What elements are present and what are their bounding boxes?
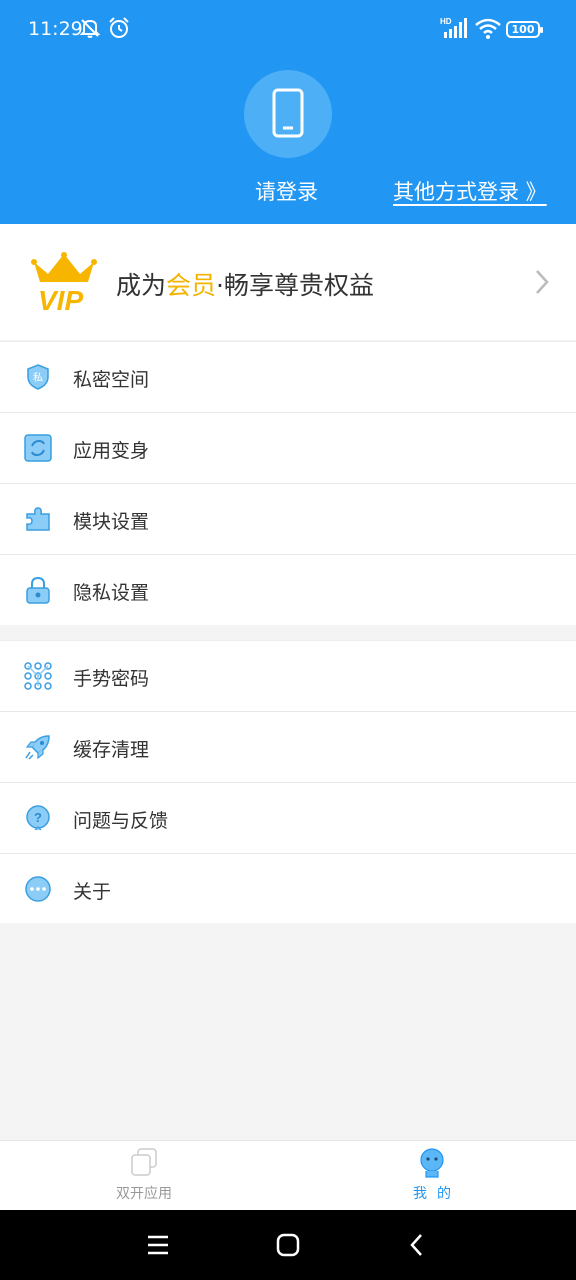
wifi-icon [475,18,501,39]
vip-banner[interactable]: VIP 成为会员·畅享尊贵权益 [0,224,576,340]
svg-text:HD: HD [440,17,452,26]
system-nav-bar [0,1210,576,1280]
login-link[interactable]: 请登录 [255,176,318,206]
vip-highlight: 会员 [166,271,217,300]
tab-dual-apps[interactable]: 双开应用 [84,1141,204,1211]
menu-item-feedback[interactable]: ? 问题与反馈 [0,782,576,853]
menu-label: 应用变身 [73,440,150,462]
svg-text:?: ? [34,810,42,825]
mute-icon [79,19,101,38]
chevron-right-icon [536,270,549,294]
vip-crown-icon: VIP [31,252,97,314]
svg-text:VIP: VIP [38,285,83,314]
rocket-icon [25,735,50,760]
menu-icon[interactable] [146,1234,170,1256]
menu-label: 手势密码 [73,668,150,690]
menu-item-about[interactable]: 关于 [0,853,576,924]
app-transform-icon [24,434,52,462]
menu-label: 问题与反馈 [73,810,169,832]
menu-item-gesture-password[interactable]: 手势密码 [0,640,576,711]
tab-bar: 双开应用 我的 [0,1140,576,1210]
tab-me[interactable]: 我的 [372,1141,492,1211]
question-bubble-icon: ? [26,805,50,831]
hd-signal-icon: HD [440,17,467,38]
menu-group-2: 手势密码 缓存清理 ? 问题与反馈 关于 [0,640,576,923]
menu-label: 模块设置 [73,511,150,533]
menu-label: 隐私设置 [73,582,150,604]
dual-app-icon [131,1148,157,1176]
back-icon[interactable] [408,1232,424,1258]
home-icon[interactable] [276,1233,300,1257]
mascot-icon [420,1148,444,1178]
other-login-link[interactable]: 其他方式登录 》 [393,176,547,206]
puzzle-icon [26,507,50,531]
menu-label: 私密空间 [73,369,150,391]
header: 11:29 HD 100 请登录 其他方式登录 》 [0,0,576,224]
menu-item-private-space[interactable]: 私 私密空间 [0,341,576,412]
gesture-grid-icon [24,662,52,690]
menu-group-1: 私 私密空间 应用变身 模块设置 隐私设置 [0,341,576,625]
menu-label: 缓存清理 [73,739,150,761]
menu-item-module-settings[interactable]: 模块设置 [0,483,576,554]
svg-text:私: 私 [33,372,43,384]
more-dots-icon [25,876,51,902]
alarm-icon [109,17,129,38]
tab-label: 我的 [413,1186,461,1202]
menu-item-privacy-settings[interactable]: 隐私设置 [0,554,576,625]
menu-label: 关于 [73,881,112,903]
status-time: 11:29 [28,18,83,40]
private-shield-icon: 私 [27,364,49,390]
vip-title: 成为会员·畅享尊贵权益 [116,271,374,300]
menu-item-cache-clean[interactable]: 缓存清理 [0,711,576,782]
avatar[interactable] [244,70,332,158]
tab-label: 双开应用 [116,1186,172,1202]
phone-icon [272,88,304,138]
menu-item-app-transform[interactable]: 应用变身 [0,412,576,483]
status-bar: 11:29 HD 100 [0,0,576,60]
battery-icon: 100 [506,21,543,38]
lock-icon [26,576,50,604]
